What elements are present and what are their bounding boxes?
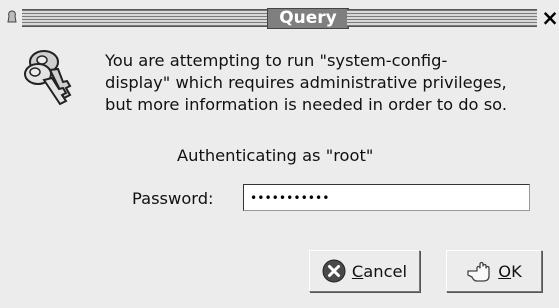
auth-text: Authenticating as "root" bbox=[177, 146, 374, 165]
title-bar-stripes-right bbox=[347, 9, 537, 27]
cancel-button[interactable]: Cancel bbox=[309, 250, 420, 292]
message-line-3: but more information is needed in order … bbox=[105, 95, 508, 114]
cancel-icon bbox=[322, 259, 346, 283]
cancel-label: Cancel bbox=[351, 261, 408, 281]
password-label: Password: bbox=[132, 189, 214, 208]
password-field[interactable] bbox=[243, 184, 530, 211]
message-line-2: display" which requires administrative p… bbox=[105, 73, 507, 92]
title-bar[interactable]: Query × bbox=[0, 0, 559, 34]
close-button[interactable]: × bbox=[541, 8, 559, 29]
window-title: Query bbox=[279, 8, 337, 28]
message-text: You are attempting to run "system-config… bbox=[105, 50, 555, 116]
ok-button[interactable]: OK bbox=[446, 250, 542, 292]
keys-icon bbox=[24, 50, 72, 106]
hand-pointer-icon bbox=[467, 261, 490, 282]
window-menu-icon[interactable] bbox=[6, 10, 18, 24]
title-bar-stripes-left bbox=[22, 9, 267, 27]
ok-label: OK bbox=[498, 261, 522, 281]
message-line-1: You are attempting to run "system-config… bbox=[105, 51, 448, 70]
